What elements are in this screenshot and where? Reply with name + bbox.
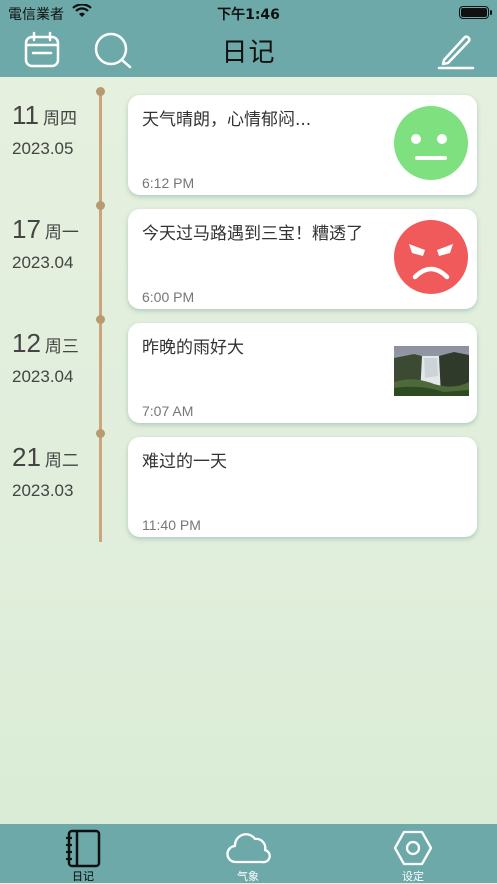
neutral-face-icon	[393, 105, 469, 185]
timeline-dot	[96, 87, 105, 96]
entry-title: 今天过马路遇到三宝！糟透了	[142, 224, 363, 244]
entry-title: 昨晚的雨好大	[142, 338, 244, 358]
entry-weekday: 周一	[44, 223, 79, 243]
entry-year-month: 2023.04	[12, 367, 74, 386]
entry-weekday: 周三	[44, 337, 79, 357]
diary-entry-card[interactable]: 天气晴朗，心情郁闷... 6:12 PM	[128, 95, 477, 195]
battery-icon	[459, 6, 492, 19]
entry-time: 6:12 PM	[142, 175, 195, 191]
status-time: 下午1:46	[217, 7, 280, 23]
header-bar: 電信業者 下午1:46 日记	[0, 0, 497, 77]
entry-time: 7:07 AM	[142, 403, 194, 419]
entry-year-month: 2023.03	[12, 481, 74, 500]
diary-entry-card[interactable]: 昨晚的雨好大 7:07 AM	[128, 323, 477, 423]
timeline-dot	[96, 201, 105, 210]
entry-weekday: 周二	[44, 451, 79, 471]
entry-time: 6:00 PM	[142, 289, 195, 305]
entry-time: 11:40 PM	[142, 517, 201, 533]
entry-weekday: 周四	[43, 109, 77, 129]
entry-date: 12 周三 2023.04	[12, 328, 92, 387]
timeline-dot	[96, 315, 105, 324]
edit-button[interactable]	[436, 30, 476, 70]
waterfall-photo	[394, 346, 469, 400]
diary-icon	[66, 829, 101, 868]
entry-title: 难过的一天	[142, 452, 227, 472]
tab-label: 气象	[237, 870, 259, 883]
entry-date: 17 周一 2023.04	[12, 214, 92, 273]
tab-diary[interactable]: 日记	[23, 824, 143, 883]
settings-icon	[393, 830, 433, 866]
tab-label: 日记	[72, 870, 94, 883]
diary-entry-card[interactable]: 今天过马路遇到三宝！糟透了 6:00 PM	[128, 209, 477, 309]
timeline-dot	[96, 429, 105, 438]
entry-title: 天气晴朗，心情郁闷...	[142, 110, 312, 130]
tab-settings[interactable]: 设定	[353, 824, 473, 883]
page-title: 日记	[221, 38, 276, 68]
entry-day: 12	[12, 328, 41, 358]
tab-label: 设定	[402, 870, 424, 883]
cloud-icon	[226, 833, 271, 864]
edit-icon	[437, 35, 475, 70]
entry-day: 11	[12, 100, 39, 130]
entry-year-month: 2023.04	[12, 253, 74, 272]
entry-date: 11 周四 2023.05	[12, 100, 92, 159]
angry-face-icon	[393, 219, 469, 299]
entry-year-month: 2023.05	[12, 139, 74, 158]
entry-date: 21 周二 2023.03	[12, 442, 92, 501]
entry-day: 17	[12, 214, 41, 244]
tab-bar: 日记 气象 设定	[0, 824, 497, 883]
entry-day: 21	[12, 442, 41, 472]
diary-entry-card[interactable]: 难过的一天 11:40 PM	[128, 437, 477, 537]
tab-weather[interactable]: 气象	[188, 824, 308, 883]
status-bar: 電信業者 下午1:46	[0, 0, 497, 24]
